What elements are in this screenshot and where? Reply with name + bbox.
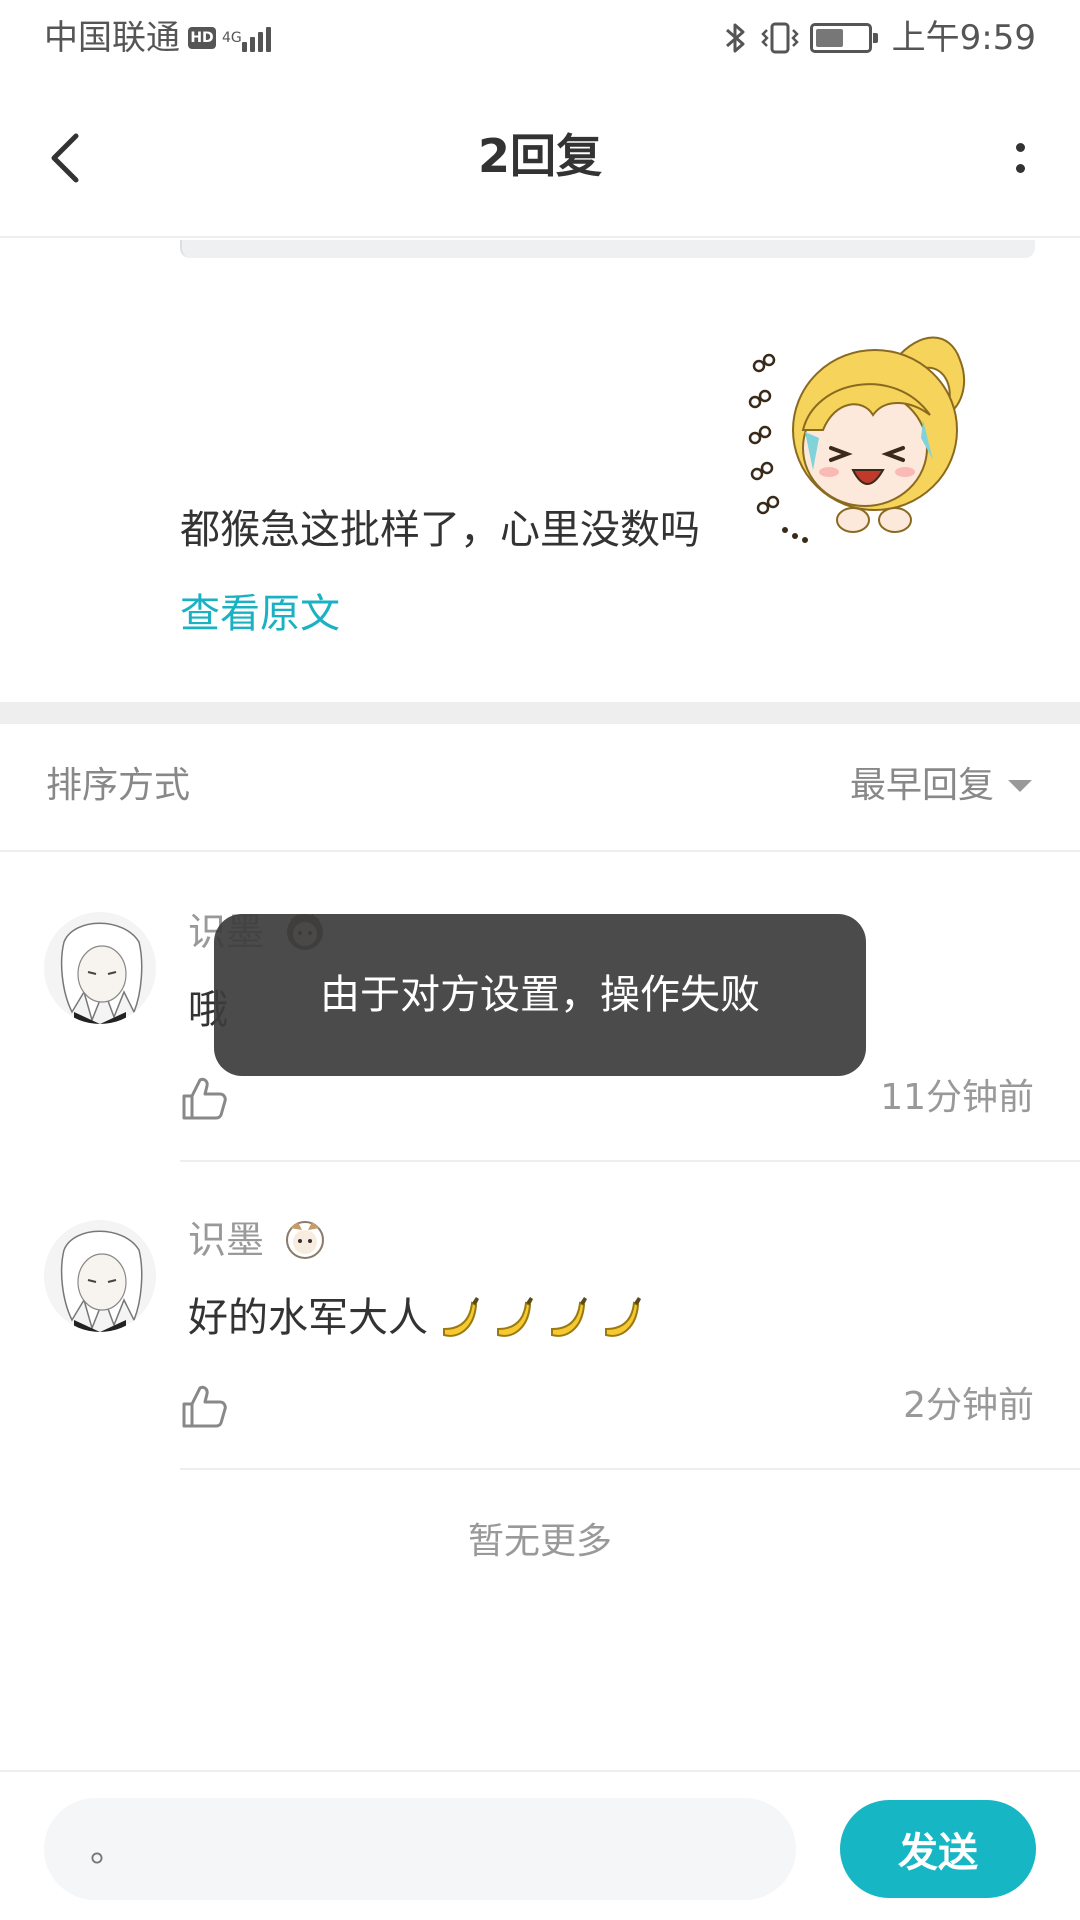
comment-item: 识墨 好的水军大人 2分钟前 <box>0 1162 1080 1470</box>
avatar[interactable] <box>44 912 156 1024</box>
send-button[interactable]: 发送 <box>840 1800 1036 1898</box>
comment-time: 2分钟前 <box>903 1385 1034 1426</box>
banana-icon <box>497 1297 533 1337</box>
sort-label: 排序方式 <box>46 765 191 806</box>
battery-icon <box>809 23 878 53</box>
banana-icon <box>551 1297 587 1337</box>
anime-laughing-sticker <box>748 336 965 543</box>
banana-icon <box>605 1297 641 1337</box>
toast-message: 由于对方设置，操作失败 <box>320 972 760 1018</box>
quote-strip <box>180 240 1035 258</box>
avatar[interactable] <box>44 1220 156 1332</box>
bluetooth-icon <box>725 23 745 53</box>
sort-dropdown[interactable]: 最早回复 <box>850 760 1032 812</box>
signal-icon <box>242 24 274 52</box>
original-post: 都猴急这批样了，心里没数吗 查看原文 <box>0 240 1080 702</box>
user-badge-icon <box>286 1221 324 1259</box>
banana-icon <box>443 1297 479 1337</box>
status-bar: 中国联通 HD 4G 上午9:59 <box>0 0 1080 78</box>
section-divider <box>0 702 1080 724</box>
carrier-label: 中国联通 <box>44 18 180 58</box>
username[interactable]: 识墨 <box>188 1214 264 1266</box>
sort-bar: 排序方式 最早回复 <box>0 724 1080 852</box>
comment-text: 好的水军大人 <box>188 1288 644 1348</box>
status-right: 上午9:59 <box>710 16 1036 60</box>
reply-page: 中国联通 HD 4G 上午9:59 2回复 都猴急这批样了，心里没数吗 查看原文… <box>0 0 1080 1920</box>
status-left: 中国联通 HD 4G <box>44 16 274 60</box>
thumbs-up-icon[interactable] <box>180 1074 228 1122</box>
hd-badge: HD <box>188 27 216 49</box>
clock: 上午9:59 <box>891 18 1036 58</box>
toast: 由于对方设置，操作失败 <box>214 914 866 1076</box>
page-title: 2回复 <box>477 129 602 183</box>
sort-value: 最早回复 <box>849 765 994 806</box>
network-type: 4G <box>222 30 242 46</box>
reply-input[interactable] <box>44 1798 796 1900</box>
thumbs-up-icon[interactable] <box>180 1382 228 1430</box>
vibrate-icon <box>760 22 799 54</box>
reply-bar: 发送 <box>0 1770 1080 1920</box>
post-text: 都猴急这批样了，心里没数吗 <box>180 507 700 553</box>
comment-text-content: 好的水军大人 <box>188 1295 428 1341</box>
comment-divider <box>180 1468 1080 1470</box>
view-original-link[interactable]: 查看原文 <box>180 586 340 642</box>
no-more-label: 暂无更多 <box>467 1521 612 1562</box>
header: 2回复 <box>0 78 1080 238</box>
more-vertical-icon[interactable] <box>990 124 1050 192</box>
battery-level <box>815 29 844 47</box>
caret-down-icon <box>1008 780 1032 792</box>
comment-time: 11分钟前 <box>880 1077 1034 1118</box>
